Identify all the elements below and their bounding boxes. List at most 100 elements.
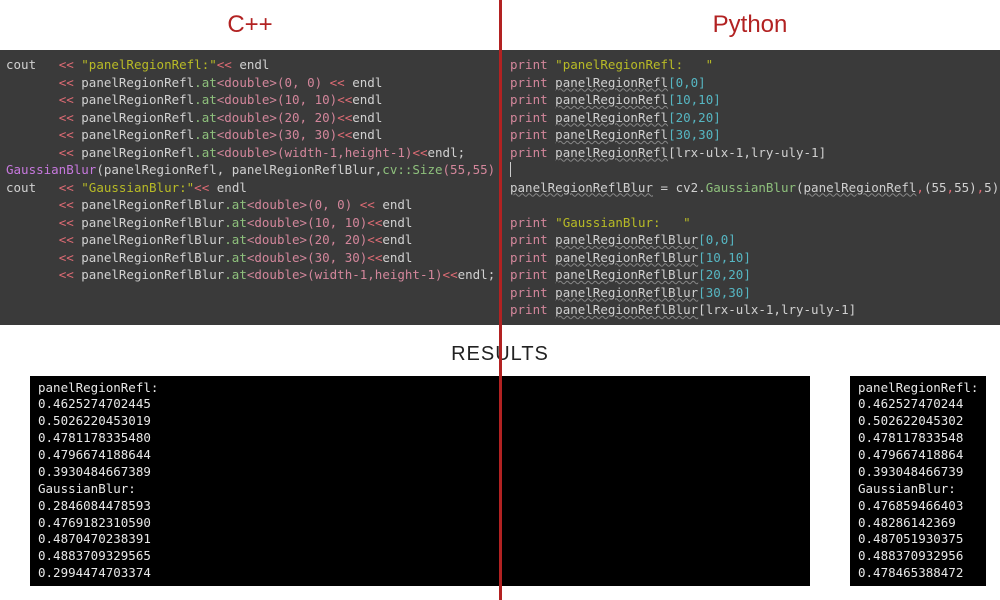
py-blurvar: panelRegionReflBlur [555,250,698,265]
cpp-args: (20, 20) [277,110,337,125]
cpp-at: .at [194,92,217,107]
py-index: [0,0] [698,232,736,247]
cpp-endl: endl [217,180,247,195]
cpp-string: "GaussianBlur:" [81,180,194,195]
cpp-endl: endl [352,92,382,107]
cpp-endl: endl [382,232,412,247]
cpp-var: panelRegionRefl [81,75,194,90]
cpp-cout: cout [6,180,36,195]
cpp-gaussianblur: GaussianBlur [6,162,96,177]
cpp-blurvar: panelRegionReflBlur [81,267,224,282]
cpp-gblur-args: (panelRegionRefl, panelRegionReflBlur, [96,162,382,177]
cpp-at: .at [194,110,217,125]
cpp-blurvar: panelRegionReflBlur [81,197,224,212]
cpp-args: (0, 0) [307,197,352,212]
py-var: panelRegionRefl [555,145,668,160]
py-print: print [510,302,548,317]
py-blurvar: panelRegionReflBlur [555,302,698,317]
cpp-endl: endl [382,197,412,212]
py-print: print [510,57,548,72]
cpp-args: (width-1,height-1) [307,267,442,282]
py-print: print [510,110,548,125]
py-print: print [510,145,548,160]
cpp-endl: endl [352,127,382,142]
py-index: [20,20] [668,110,721,125]
py-eq: = [653,180,676,195]
cpp-args: (width-1,height-1) [277,145,412,160]
cpp-endl: endl [352,75,382,90]
py-print: print [510,285,548,300]
cpp-at: .at [224,267,247,282]
py-index-expr: [lrx-ulx-1,lry-uly-1] [698,302,856,317]
py-index: [30,30] [668,127,721,142]
results-python: panelRegionRefl: 0.462527470244 0.502622… [850,376,986,587]
py-index: [10,10] [698,250,751,265]
py-index: [30,30] [698,285,751,300]
cpp-code-pane: cout << "panelRegionRefl:"<< endl << pan… [0,50,496,325]
cpp-size: Size [412,162,442,177]
python-code-pane: print "panelRegionRefl: " print panelReg… [496,50,1000,325]
cpp-args: (30, 30) [307,250,367,265]
cpp-tmpl: <double> [247,250,307,265]
cpp-size-args: (55,55),5); [443,162,496,177]
cpp-endl: endl [382,250,412,265]
cpp-endl: endl [382,215,412,230]
cpp-endl: endl [458,267,488,282]
py-print: print [510,250,548,265]
py-string: "GaussianBlur: " [555,215,690,230]
cpp-var: panelRegionRefl [81,92,194,107]
cpp-tmpl: <double> [217,145,277,160]
py-print: print [510,75,548,90]
py-print: print [510,92,548,107]
cpp-args: (0, 0) [277,75,322,90]
py-blurvar: panelRegionReflBlur [555,285,698,300]
py-gaussianblur: GaussianBlur [706,180,796,195]
results-cpp: panelRegionRefl: 0.4625274702445 0.50262… [30,376,810,587]
cpp-tmpl: <double> [217,75,277,90]
cpp-at: .at [194,145,217,160]
py-cv2: cv2. [676,180,706,195]
py-var: panelRegionRefl [555,75,668,90]
vertical-divider [499,0,502,600]
cpp-tmpl: <double> [217,92,277,107]
cpp-tmpl: <double> [217,127,277,142]
py-blurvar: panelRegionReflBlur [555,232,698,247]
cpp-at: .at [224,250,247,265]
py-index: [10,10] [668,92,721,107]
cpp-args: (10, 10) [307,215,367,230]
cpp-at: .at [224,215,247,230]
cpp-at: .at [224,197,247,212]
cpp-at: .at [194,75,217,90]
cpp-var: panelRegionRefl [81,127,194,142]
results-gap [820,376,840,587]
py-index: [0,0] [668,75,706,90]
py-print: print [510,215,548,230]
py-var: panelRegionRefl [555,92,668,107]
cpp-cout: cout [6,57,36,72]
cpp-tmpl: <double> [247,197,307,212]
cpp-at: .at [224,232,247,247]
header-python: Python [500,11,1000,39]
cpp-endl: endl [352,110,382,125]
py-var: panelRegionRefl [555,127,668,142]
cpp-string: "panelRegionRefl:" [81,57,216,72]
cpp-endl: endl [239,57,269,72]
py-index-expr: [lrx-ulx-1,lry-uly-1] [668,145,826,160]
cpp-blurvar: panelRegionReflBlur [81,232,224,247]
cpp-args: (10, 10) [277,92,337,107]
cpp-var: panelRegionRefl [81,145,194,160]
cpp-args: (20, 20) [307,232,367,247]
cpp-op: << [59,57,74,72]
cpp-tmpl: <double> [247,215,307,230]
cpp-args: (30, 30) [277,127,337,142]
cpp-at: .at [194,127,217,142]
py-print: print [510,232,548,247]
py-blurvar: panelRegionReflBlur [555,267,698,282]
cpp-blurvar: panelRegionReflBlur [81,215,224,230]
py-string: "panelRegionRefl: " [555,57,713,72]
cpp-blurvar: panelRegionReflBlur [81,250,224,265]
py-var: panelRegionRefl [555,110,668,125]
py-index: [20,20] [698,267,751,282]
header-cpp: C++ [0,11,500,39]
cpp-endl: endl [428,145,458,160]
